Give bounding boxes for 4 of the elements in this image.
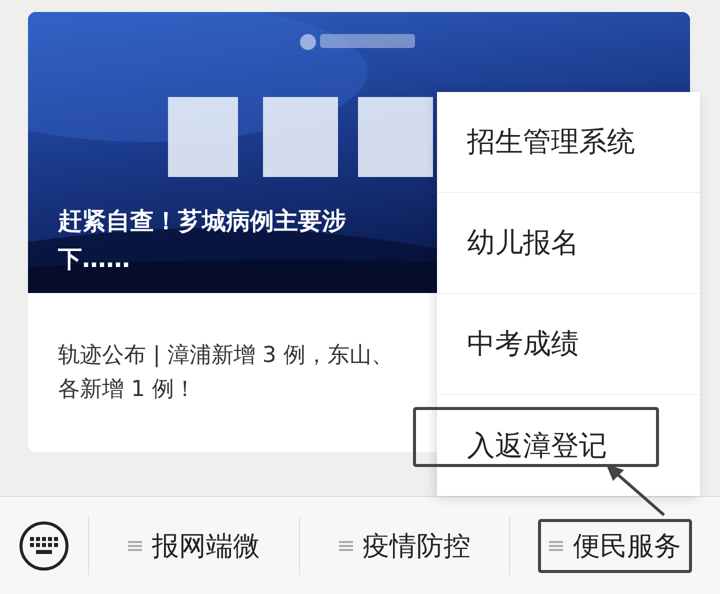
article-title: 下…… [58,244,130,275]
article-title: 赶紧自查！芗城病例主要涉 [58,206,346,237]
article-summary: 各新增 1 例！ [58,376,196,404]
article-summary: 轨迹公布 | 漳浦新增 3 例，东山、 [58,342,394,370]
